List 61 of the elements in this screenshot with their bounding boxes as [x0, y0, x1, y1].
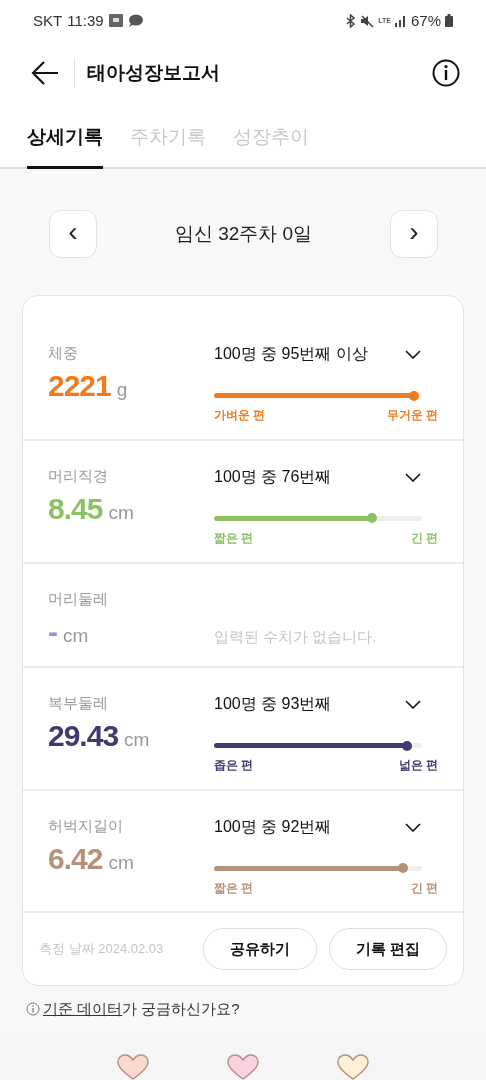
info-button[interactable] — [432, 58, 460, 87]
carrier: SKT — [33, 12, 63, 30]
measure-value: 8.45 — [48, 491, 103, 526]
measure-name: 체중 — [48, 344, 79, 364]
bluetooth-icon — [345, 13, 357, 28]
low-label: 짧은 편 — [214, 529, 254, 547]
measure-value: 29.43 — [48, 719, 119, 754]
mail-icon — [108, 14, 123, 28]
help-text: 기준 데이터가 궁금하신가요? — [43, 999, 240, 1019]
week-label: 임신 32주차 0일 — [174, 222, 313, 247]
measure-value: - — [48, 614, 57, 649]
percentile-marker — [367, 513, 378, 524]
measure-name: 복부둘레 — [48, 694, 109, 714]
chevron-down-icon[interactable] — [405, 350, 421, 360]
heart-icon[interactable] — [337, 1054, 369, 1080]
low-label: 좁은 편 — [214, 757, 254, 775]
measure-name: 허벅지길이 — [48, 816, 124, 836]
battery-level: 67% — [410, 12, 441, 30]
percentile-text: 100명 중 76번째 — [214, 466, 332, 487]
high-label: 넓은 편 — [398, 757, 438, 775]
screen-title: 태아성장보고서 — [87, 60, 220, 85]
battery-icon — [445, 14, 453, 28]
tab[interactable]: 상세기록 — [27, 103, 103, 170]
high-label: 무거운 편 — [386, 407, 438, 425]
chat-icon — [127, 14, 144, 28]
measure-unit: cm — [124, 729, 150, 752]
high-label: 긴 편 — [410, 529, 438, 547]
percentile-marker — [402, 740, 413, 751]
heart-icon[interactable] — [227, 1054, 259, 1080]
previous-week-button[interactable]: ‹ — [49, 210, 97, 259]
chevron-down-icon[interactable] — [405, 822, 421, 832]
measure-name: 머리둘레 — [48, 589, 109, 609]
measure-date: 측정 날짜 2024.02.03 — [39, 940, 164, 959]
percentile-text: 100명 중 92번째 — [214, 816, 332, 837]
chevron-down-icon[interactable] — [405, 700, 421, 710]
back-button[interactable] — [30, 59, 60, 86]
action-button[interactable]: 공유하기 — [202, 928, 317, 971]
low-label: 짧은 편 — [214, 879, 254, 897]
info-icon — [26, 1002, 40, 1017]
low-label: 가벼운 편 — [214, 407, 266, 425]
measure-value: 2221 — [48, 369, 111, 404]
measure-value: 6.42 — [48, 841, 103, 876]
action-button[interactable]: 기록 편집 — [328, 928, 447, 971]
measure-unit: cm — [63, 624, 89, 647]
signal-icon — [394, 14, 407, 27]
percentile-marker — [398, 863, 409, 874]
reference-data-link[interactable]: 기준 데이터 — [43, 999, 123, 1017]
measure-unit: g — [116, 379, 128, 402]
percentile-marker — [408, 390, 419, 401]
next-week-button[interactable]: › — [390, 210, 438, 259]
measure-name: 머리직경 — [48, 466, 109, 486]
heart-icon[interactable] — [117, 1054, 149, 1080]
percentile-text: 100명 중 93번째 — [214, 694, 332, 715]
percentile-text: 100명 중 95번째 이상 — [214, 344, 368, 365]
empty-message: 입력된 수치가 없습니다. — [214, 627, 378, 647]
clock: 11:39 — [67, 12, 104, 30]
high-label: 긴 편 — [410, 879, 438, 897]
measure-unit: cm — [108, 851, 134, 874]
measure-unit: cm — [108, 501, 134, 524]
mute-icon — [360, 13, 375, 28]
chevron-down-icon[interactable] — [405, 472, 421, 482]
